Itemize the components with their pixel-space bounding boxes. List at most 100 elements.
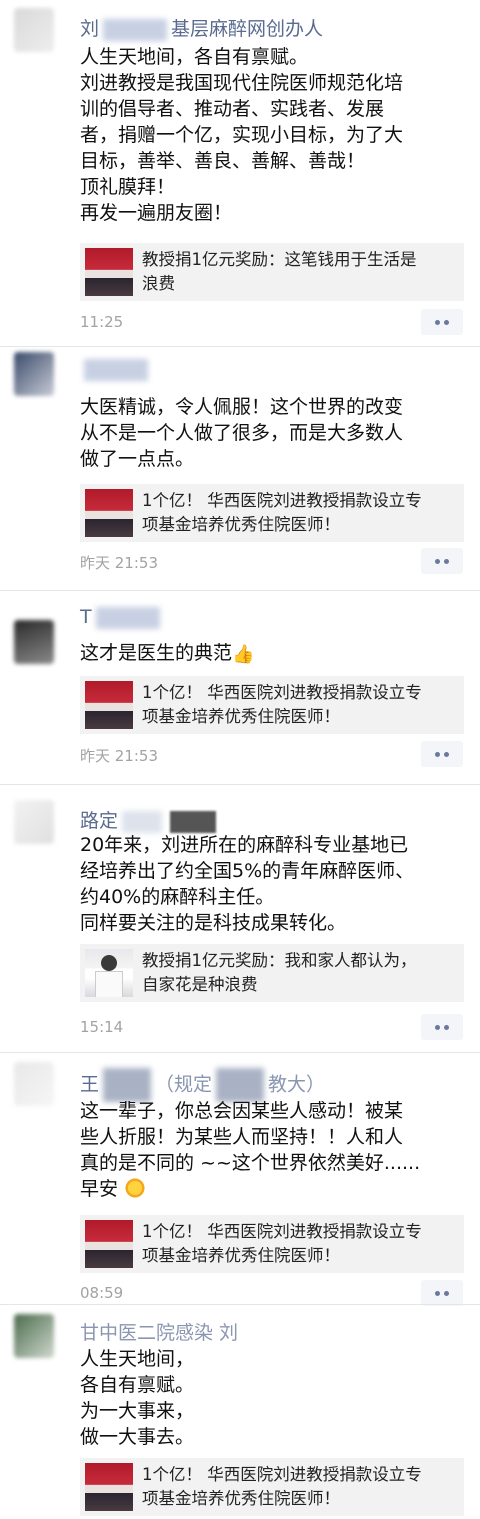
user-name-suffix: 基层麻醉网创办人 <box>171 18 324 40</box>
redacted-name <box>103 1068 152 1102</box>
link-title-line: 教授捐1亿元奖励：我和家人都认为， <box>142 951 417 970</box>
post-text: 20年来，刘进所在的麻醉科专业基地已 经培养出了约全国5%的青年麻醉医师、 约4… <box>80 832 470 936</box>
user-name[interactable]: T <box>80 606 164 629</box>
link-title: 1个亿！ 华西医院刘进教授捐款设立专 项基金培养优秀住院医师！ <box>142 681 458 729</box>
post-timestamp: 昨天 21:53 <box>80 747 158 765</box>
more-actions-button[interactable] <box>421 548 463 574</box>
more-actions-button[interactable] <box>421 1014 463 1040</box>
more-dot-icon <box>444 320 449 325</box>
link-title-line: 自家花是种浪费 <box>142 975 258 994</box>
divider <box>0 784 480 785</box>
post-text-line: 者，捐赠一个亿，实现小目标，为了大 <box>80 124 404 146</box>
more-dot-icon <box>435 752 440 757</box>
shared-link-card[interactable]: 1个亿！ 华西医院刘进教授捐款设立专 项基金培养优秀住院医师！ <box>80 1458 464 1516</box>
shared-link-card[interactable]: 教授捐1亿元奖励：我和家人都认为， 自家花是种浪费 <box>80 944 464 1002</box>
post-text-line: 做了一点点。 <box>80 448 195 470</box>
redacted-name <box>95 606 160 629</box>
post-text-line: 些人折服！为某些人而坚持！！人和人 <box>80 1126 404 1148</box>
link-thumbnail <box>85 1463 133 1511</box>
post-text-line: 经培养出了约全国5%的青年麻醉医师、 <box>80 860 415 882</box>
user-name[interactable]: 刘 基层麻醉网创办人 <box>80 14 323 41</box>
divider <box>0 1052 480 1053</box>
avatar[interactable] <box>14 620 54 664</box>
post-text-line: 真的是不同的 ~~这个世界依然美好...... <box>80 1152 421 1174</box>
post-text-line: 为一大事来， <box>80 1400 195 1422</box>
post-text-line: 再发一遍朋友圈！ <box>80 202 233 224</box>
shared-link-card[interactable]: 1个亿！ 华西医院刘进教授捐款设立专 项基金培养优秀住院医师！ <box>80 1215 464 1273</box>
divider <box>0 590 480 591</box>
redacted-name <box>122 810 163 833</box>
user-name-prefix: 王 <box>80 1073 100 1096</box>
post-text-line-body: 早安 <box>80 1178 119 1200</box>
link-title-line: 1个亿！ 华西医院刘进教授捐款设立专 <box>142 683 422 702</box>
more-dot-icon <box>444 559 449 564</box>
user-name[interactable]: 路定 <box>80 806 220 833</box>
sun-icon <box>124 1177 147 1199</box>
link-thumbnail <box>85 1220 133 1268</box>
more-dot-icon <box>435 559 440 564</box>
more-actions-button[interactable] <box>421 741 463 767</box>
shared-link-card[interactable]: 1个亿！ 华西医院刘进教授捐款设立专 项基金培养优秀住院医师！ <box>80 484 464 542</box>
post-text-line: 早安 <box>80 1176 470 1202</box>
avatar[interactable] <box>14 352 54 396</box>
post-text-line: 各自有禀赋。 <box>80 1374 195 1396</box>
more-dot-icon <box>435 1025 440 1030</box>
thumbs-up-icon: 👍 <box>232 644 255 665</box>
post-text-line: 做一大事去。 <box>80 1426 195 1448</box>
link-title-line: 项基金培养优秀住院医师！ <box>142 707 340 726</box>
post-text: 这一辈子，你总会因某些人感动！被某 些人折服！为某些人而坚持！！人和人 真的是不… <box>80 1098 470 1202</box>
link-title-line: 1个亿！ 华西医院刘进教授捐款设立专 <box>142 1465 422 1484</box>
redacted-name <box>216 1068 265 1102</box>
divider <box>0 346 480 347</box>
post-timestamp: 15:14 <box>80 1018 124 1036</box>
link-title: 教授捐1亿元奖励：我和家人都认为， 自家花是种浪费 <box>142 949 458 997</box>
more-dot-icon <box>444 1291 449 1296</box>
post-text-line: 这才是医生的典范👍 <box>80 640 470 668</box>
link-title: 1个亿！ 华西医院刘进教授捐款设立专 项基金培养优秀住院医师！ <box>142 1463 458 1511</box>
user-name[interactable]: 甘中医二院感染 刘 <box>80 1318 238 1345</box>
shared-link-card[interactable]: 教授捐1亿元奖励：这笔钱用于生活是 浪费 <box>80 243 464 301</box>
avatar[interactable] <box>14 1314 54 1358</box>
divider <box>0 1304 480 1305</box>
link-title-line: 浪费 <box>142 274 175 293</box>
post-text-line: 目标，善举、善良、善解、善哉！ <box>80 150 366 172</box>
link-title-line: 教授捐1亿元奖励：这笔钱用于生活是 <box>142 250 417 269</box>
user-name-mid: （规定 <box>155 1073 213 1096</box>
post-text: 大医精诚，令人佩服！这个世界的改变 从不是一个人做了很多，而是大多数人 做了一点… <box>80 394 470 472</box>
post-timestamp: 昨天 21:53 <box>80 554 158 572</box>
avatar[interactable] <box>14 8 54 52</box>
post-text: 这才是医生的典范👍 <box>80 640 470 668</box>
link-title: 1个亿！ 华西医院刘进教授捐款设立专 项基金培养优秀住院医师！ <box>142 489 458 537</box>
post-text: 人生天地间， 各自有禀赋。 为一大事来， 做一大事去。 <box>80 1346 470 1450</box>
link-title-line: 项基金培养优秀住院医师！ <box>142 515 340 534</box>
user-name-suffix: 教大） <box>268 1073 326 1096</box>
post-text-line: 人生天地间，各自有禀赋。 <box>80 46 309 68</box>
post-text-line: 人生天地间， <box>80 1348 195 1370</box>
more-actions-button[interactable] <box>421 1280 463 1306</box>
user-name[interactable] <box>80 358 152 381</box>
shared-link-card[interactable]: 1个亿！ 华西医院刘进教授捐款设立专 项基金培养优秀住院医师！ <box>80 676 464 734</box>
link-thumbnail <box>85 248 133 296</box>
post-text-line: 约40%的麻醉科主任。 <box>80 886 275 908</box>
more-dot-icon <box>435 320 440 325</box>
post-text-line: 顶礼膜拜！ <box>80 176 176 198</box>
post-text-line: 同样要关注的是科技成果转化。 <box>80 912 347 934</box>
user-name-prefix: 路定 <box>80 810 119 832</box>
link-thumbnail <box>85 681 133 729</box>
person-figure <box>101 955 117 971</box>
user-name-prefix: T <box>80 606 92 628</box>
avatar[interactable] <box>14 800 54 844</box>
avatar[interactable] <box>14 1062 54 1106</box>
post-text-line: 大医精诚，令人佩服！这个世界的改变 <box>80 396 404 418</box>
post-text-line: 从不是一个人做了很多，而是大多数人 <box>80 422 404 444</box>
redacted-name <box>170 810 217 833</box>
link-title-line: 1个亿！ 华西医院刘进教授捐款设立专 <box>142 491 422 510</box>
post-timestamp: 08:59 <box>80 1284 124 1302</box>
more-actions-button[interactable] <box>421 309 463 335</box>
post-text-line: 刘进教授是我国现代住院医师规范化培 <box>80 72 404 94</box>
user-name-prefix: 刘 <box>80 18 100 40</box>
user-name[interactable]: 王 （规定 教大） <box>80 1068 325 1102</box>
post-text-line: 20年来，刘进所在的麻醉科专业基地已 <box>80 834 409 856</box>
post-timestamp: 11:25 <box>80 313 124 331</box>
link-thumbnail <box>85 489 133 537</box>
